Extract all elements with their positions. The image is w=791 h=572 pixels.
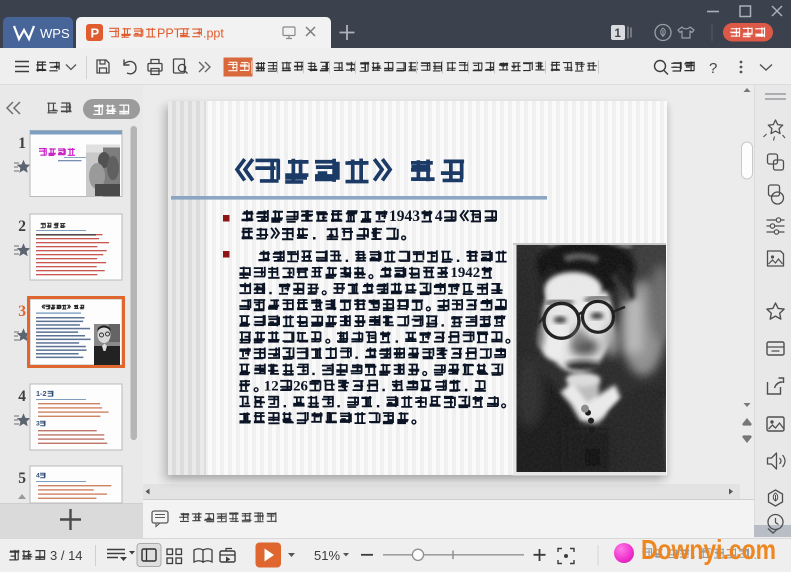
svg-text:1942: 1942 (450, 265, 480, 281)
svg-text:4: 4 (18, 388, 26, 405)
svg-text:PPT: PPT (157, 27, 182, 41)
svg-text:12: 12 (264, 378, 279, 394)
svg-text:4: 4 (435, 208, 443, 225)
svg-text:?: ? (709, 60, 717, 77)
svg-text:1-2: 1-2 (36, 389, 47, 398)
svg-text:3: 3 (36, 421, 40, 428)
svg-text:1: 1 (18, 135, 26, 152)
svg-text:2: 2 (18, 218, 26, 235)
svg-text:4: 4 (36, 473, 40, 480)
svg-text:3 / 14: 3 / 14 (50, 548, 83, 563)
svg-text:5: 5 (18, 470, 26, 487)
svg-text:Downyi.com: Downyi.com (641, 534, 776, 565)
svg-text:1: 1 (615, 28, 622, 40)
svg-text:1943: 1943 (389, 208, 420, 225)
svg-text:3: 3 (18, 303, 26, 320)
svg-text:.ppt: .ppt (203, 27, 224, 41)
svg-text:51%: 51% (314, 548, 340, 563)
svg-text:26: 26 (293, 378, 308, 394)
svg-text:P: P (91, 26, 100, 41)
svg-text:WPS: WPS (40, 26, 70, 41)
